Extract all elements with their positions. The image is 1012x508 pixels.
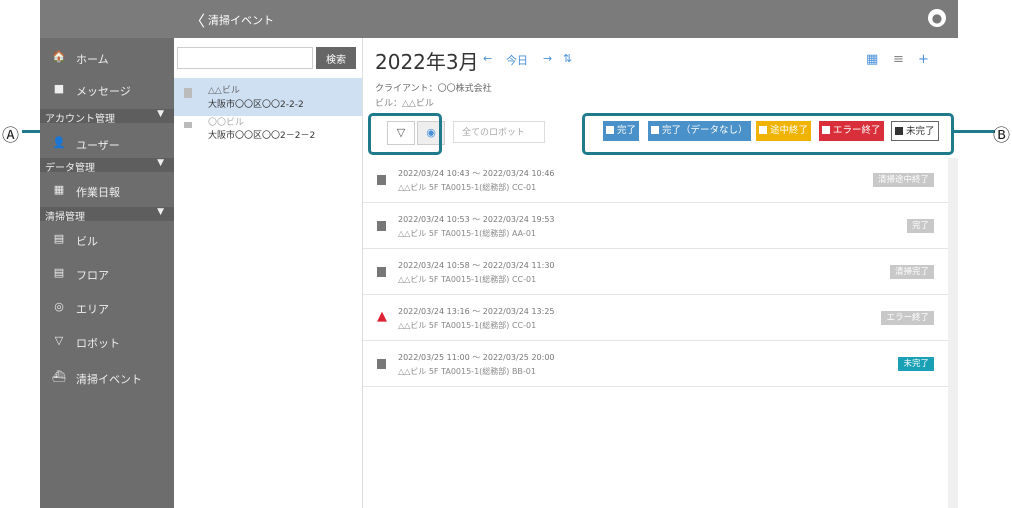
sidebar-item-home[interactable]: 🏠 ホーム xyxy=(40,48,174,68)
callout-label-b: Ⓑ xyxy=(993,126,1010,146)
message-icon: ■ xyxy=(53,82,65,95)
event-panel: 2022年3月 ← 今日 → ⇅ クライアント：〇〇株式会社 ビル：△△ビル ▦… xyxy=(363,38,958,508)
calendar-icon: ▦ xyxy=(53,183,65,196)
building-item[interactable]: 〇〇ビル 大阪市〇〇区〇〇2－2－2 xyxy=(174,118,362,148)
robot-icon: ▽ xyxy=(54,334,64,347)
page-title: 清掃イベント xyxy=(208,14,274,27)
area-icon: ◎ xyxy=(54,300,64,313)
caret-down-icon: ▼ xyxy=(157,109,164,119)
building-item[interactable]: △△ビル 大阪市〇〇区〇〇2-2-2 xyxy=(174,78,362,116)
event-row[interactable]: 2022/03/24 10:58 ～ 2022/03/24 11:30 △△ビル… xyxy=(363,250,948,295)
callout-line-b xyxy=(951,130,995,133)
building-icon xyxy=(184,122,192,128)
search-input[interactable] xyxy=(177,47,313,69)
sidebar-item-area[interactable]: ◎ エリア xyxy=(40,298,174,318)
sidebar-section-cleaning[interactable]: 清掃管理 ▼ xyxy=(40,207,174,223)
building-label: ビル：△△ビル xyxy=(375,99,434,109)
user-icon[interactable]: ● xyxy=(928,9,946,27)
month-title: 2022年3月 xyxy=(375,50,479,74)
client-label: クライアント：〇〇株式会社 xyxy=(375,84,492,94)
add-icon[interactable]: + xyxy=(918,52,929,67)
robot-select[interactable]: 全てのロボット xyxy=(453,121,545,143)
building-list-panel: 検索 △△ビル 大阪市〇〇区〇〇2-2-2 〇〇ビル 大阪市〇〇区〇〇2－2－2 xyxy=(174,38,363,508)
status-badge: 完了 xyxy=(906,219,934,233)
next-arrow-icon[interactable]: → xyxy=(543,52,552,65)
user-icon: 👤 xyxy=(52,136,66,149)
sidebar-section-account[interactable]: アカウント管理 ▼ xyxy=(40,109,174,125)
home-icon: 🏠 xyxy=(52,50,66,63)
sidebar-item-users[interactable]: 👤 ユーザー xyxy=(40,134,174,154)
building-icon xyxy=(184,88,192,98)
status-badge: エラー終了 xyxy=(881,311,934,325)
calendar-icon xyxy=(377,267,386,277)
event-row[interactable]: ▲ 2022/03/24 13:16 ～ 2022/03/24 13:25 △△… xyxy=(363,296,948,341)
sidebar-item-floor[interactable]: ▤ フロア xyxy=(40,264,174,284)
cleaning-event-icon: ⛴ xyxy=(52,370,66,383)
sidebar-item-messages[interactable]: ■ メッセージ xyxy=(40,80,174,100)
sidebar-item-cleaning-event[interactable]: ⛴ 清掃イベント xyxy=(40,368,174,388)
calendar-icon xyxy=(377,359,386,369)
event-row[interactable]: 2022/03/24 10:53 ～ 2022/03/24 19:53 △△ビル… xyxy=(363,204,948,249)
status-badge: 清掃完了 xyxy=(889,265,934,279)
status-badge: 清掃途中終了 xyxy=(872,173,934,187)
calendar-icon xyxy=(377,175,386,185)
sidebar: 🏠 ホーム ■ メッセージ アカウント管理 ▼ 👤 ユーザー データ管理 ▼ ▦ 作業日報 … xyxy=(40,38,174,508)
sidebar-item-building[interactable]: ▤ ビル xyxy=(40,230,174,250)
floor-icon: ▤ xyxy=(53,266,65,279)
event-row[interactable]: 2022/03/24 10:43 ～ 2022/03/24 10:46 △△ビル… xyxy=(363,158,948,203)
callout-box-a xyxy=(368,113,442,155)
sidebar-item-work-report[interactable]: ▦ 作業日報 xyxy=(40,181,174,201)
scrollbar[interactable] xyxy=(948,158,958,508)
warning-icon: ▲ xyxy=(377,309,387,324)
back-icon[interactable]: 〈 xyxy=(190,10,205,31)
list-view-icon[interactable]: ≡ xyxy=(893,52,904,67)
callout-box-b xyxy=(582,113,954,155)
prev-arrow-icon[interactable]: ← xyxy=(483,52,492,65)
search-button[interactable]: 検索 xyxy=(316,47,356,69)
top-bar: 〈 清掃イベント ● xyxy=(40,0,958,38)
grid-view-icon[interactable]: ▦ xyxy=(866,52,878,67)
callout-label-a: Ⓐ xyxy=(2,126,19,146)
sidebar-section-data[interactable]: データ管理 ▼ xyxy=(40,158,174,174)
caret-down-icon: ▼ xyxy=(157,207,164,217)
event-row[interactable]: 2022/03/25 11:00 ～ 2022/03/25 20:00 △△ビル… xyxy=(363,342,948,387)
status-badge: 未完了 xyxy=(898,357,934,371)
calendar-icon xyxy=(377,221,386,231)
building-icon: ▤ xyxy=(53,232,65,245)
caret-down-icon: ▼ xyxy=(157,158,164,168)
today-button[interactable]: 今日 xyxy=(506,52,528,68)
sort-icon[interactable]: ⇅ xyxy=(563,52,572,65)
app-window: 〈 清掃イベント ● 🏠 ホーム ■ メッセージ アカウント管理 ▼ 👤 ユーザー デー… xyxy=(40,0,958,508)
sidebar-item-robot[interactable]: ▽ ロボット xyxy=(40,332,174,352)
